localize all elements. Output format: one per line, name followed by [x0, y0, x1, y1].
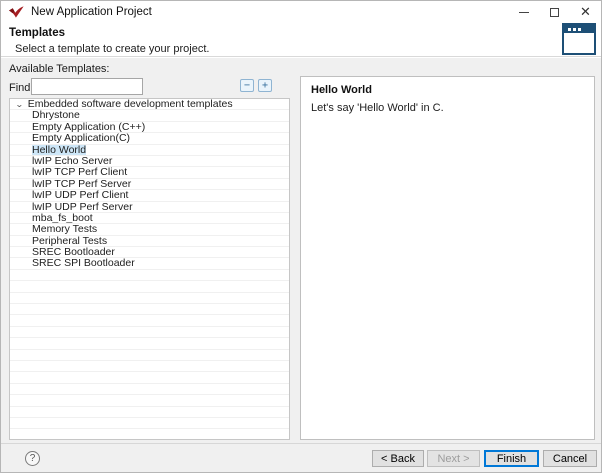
- close-icon: ✕: [580, 6, 591, 19]
- tree-item-label: lwIP Echo Server: [32, 156, 112, 167]
- tree-root-label: Embedded software development templates: [28, 99, 233, 110]
- tree-empty-row: [10, 350, 289, 361]
- detail-description: Let's say 'Hello World' in C.: [311, 102, 444, 114]
- title-bar: New Application Project ✕: [1, 1, 601, 23]
- tree-item[interactable]: Memory Tests: [10, 224, 289, 235]
- tree-item-selected[interactable]: Hello World: [10, 145, 289, 156]
- expand-all-icon[interactable]: +: [258, 79, 272, 92]
- tree-item-label: lwIP TCP Perf Client: [32, 167, 127, 178]
- tree-item[interactable]: Empty Application(C): [10, 133, 289, 144]
- tree-item[interactable]: Dhrystone: [10, 110, 289, 121]
- tree-empty-row: [10, 418, 289, 429]
- template-detail-panel: Hello World Let's say 'Hello World' in C…: [300, 76, 595, 440]
- tree-item[interactable]: mba_fs_boot: [10, 213, 289, 224]
- wizard-header: Templates Select a template to create yo…: [1, 23, 601, 57]
- button-bar: ? < Back Next > Finish Cancel: [1, 443, 601, 472]
- tree-item-label: SREC Bootloader: [32, 247, 115, 258]
- tree-empty-row: [10, 372, 289, 383]
- minimize-icon: [519, 12, 529, 13]
- detail-title: Hello World: [311, 84, 372, 96]
- page-subtitle: Select a template to create your project…: [15, 43, 209, 55]
- tree-empty-row: [10, 304, 289, 315]
- tree-item[interactable]: Peripheral Tests: [10, 236, 289, 247]
- tree-empty-row: [10, 270, 289, 281]
- wizard-window-icon: [562, 23, 596, 55]
- tree-root-node[interactable]: ⌄ Embedded software development templates: [10, 99, 289, 110]
- wizard-window-icon-titlebar: [564, 25, 594, 33]
- tree-item-label: SREC SPI Bootloader: [32, 258, 135, 269]
- dialog-body: Available Templates: Find: − + ⌄ Embedded…: [1, 58, 601, 445]
- page-title: Templates: [9, 27, 65, 39]
- tree-item[interactable]: SREC Bootloader: [10, 247, 289, 258]
- minimize-button[interactable]: [508, 1, 539, 23]
- tree-empty-row: [10, 407, 289, 418]
- tree-empty-row: [10, 384, 289, 395]
- tree-item[interactable]: Empty Application (C++): [10, 122, 289, 133]
- tree-empty-row: [10, 361, 289, 372]
- tree-item[interactable]: lwIP Echo Server: [10, 156, 289, 167]
- tree-item-label: Memory Tests: [32, 224, 97, 235]
- maximize-icon: [550, 8, 559, 17]
- finish-button[interactable]: Finish: [484, 450, 539, 467]
- find-input[interactable]: [31, 78, 143, 95]
- collapse-all-icon[interactable]: −: [240, 79, 254, 92]
- new-application-project-dialog: New Application Project ✕ Templates Sele…: [0, 0, 602, 473]
- tree-toolbar: − +: [240, 79, 272, 92]
- tree-empty-row: [10, 395, 289, 406]
- window-title: New Application Project: [31, 6, 152, 18]
- tree-empty-row: [10, 281, 289, 292]
- tree-item-label: Peripheral Tests: [32, 236, 107, 247]
- next-button[interactable]: Next >: [427, 450, 480, 467]
- tree-item[interactable]: lwIP TCP Perf Client: [10, 167, 289, 178]
- tree-item-label: mba_fs_boot: [32, 213, 93, 224]
- tree-item-label: lwIP TCP Perf Server: [32, 179, 131, 190]
- close-button[interactable]: ✕: [570, 1, 601, 23]
- tree-item-label: Dhrystone: [32, 110, 80, 121]
- tree-item[interactable]: lwIP UDP Perf Server: [10, 202, 289, 213]
- tree-item-label: Hello World: [32, 145, 86, 156]
- tree-item-label: lwIP UDP Perf Client: [32, 190, 128, 201]
- templates-tree[interactable]: ⌄ Embedded software development templates…: [9, 98, 290, 440]
- available-templates-label: Available Templates:: [9, 63, 110, 75]
- tree-empty-row: [10, 338, 289, 349]
- tree-empty-row: [10, 293, 289, 304]
- tree-item[interactable]: lwIP TCP Perf Server: [10, 179, 289, 190]
- find-label: Find:: [9, 82, 33, 94]
- tree-item-label: lwIP UDP Perf Server: [32, 202, 133, 213]
- tree-empty-row: [10, 315, 289, 326]
- chevron-down-icon[interactable]: ⌄: [15, 99, 24, 110]
- back-button[interactable]: < Back: [372, 450, 424, 467]
- tree-item[interactable]: lwIP UDP Perf Client: [10, 190, 289, 201]
- tree-item[interactable]: SREC SPI Bootloader: [10, 258, 289, 269]
- maximize-button[interactable]: [539, 1, 570, 23]
- xilinx-logo-icon: [9, 5, 24, 19]
- tree-empty-row: [10, 429, 289, 440]
- tree-empty-row: [10, 327, 289, 338]
- help-button[interactable]: ?: [25, 451, 40, 466]
- tree-item-label: Empty Application (C++): [32, 122, 145, 133]
- tree-item-label: Empty Application(C): [32, 133, 130, 144]
- cancel-button[interactable]: Cancel: [543, 450, 597, 467]
